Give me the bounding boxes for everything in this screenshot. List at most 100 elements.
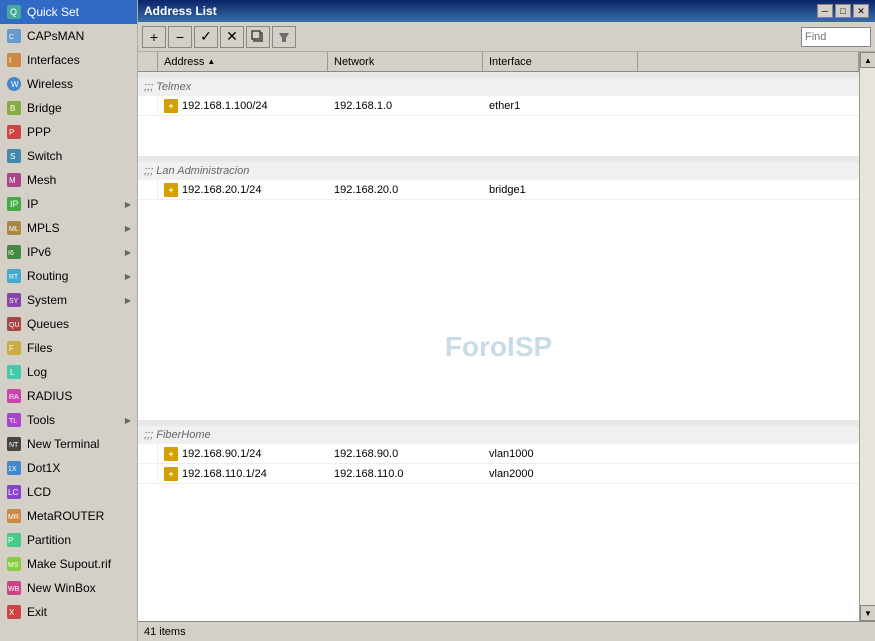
cell-address-2: + 192.168.20.1/24: [158, 182, 328, 198]
wireless-label: Wireless: [27, 77, 131, 91]
routing-arrow: ▶: [125, 272, 131, 281]
exit-icon: X: [6, 604, 22, 620]
th-interface-label: Interface: [489, 56, 532, 68]
addr-plus-icon-3: +: [164, 447, 178, 461]
table-header: Address ▲ Network Interface: [138, 52, 859, 72]
ppp-label: PPP: [27, 125, 131, 139]
svg-text:P: P: [8, 536, 13, 545]
ip-arrow: ▶: [125, 200, 131, 209]
sidebar-item-quickset[interactable]: Q Quick Set: [0, 0, 137, 24]
sidebar-item-tools[interactable]: TL Tools ▶: [0, 408, 137, 432]
svg-text:B: B: [10, 104, 15, 113]
sidebar-item-interfaces[interactable]: I Interfaces: [0, 48, 137, 72]
th-network[interactable]: Network: [328, 52, 483, 71]
svg-text:TL: TL: [9, 418, 17, 425]
sidebar-item-log[interactable]: L Log: [0, 360, 137, 384]
ip-icon: IP: [6, 196, 22, 212]
sidebar-item-partition[interactable]: P Partition: [0, 528, 137, 552]
cell-interface-2: bridge1: [483, 183, 638, 197]
filter-button[interactable]: [272, 26, 296, 48]
table-row[interactable]: + 192.168.110.1/24 192.168.110.0 vlan200…: [138, 464, 859, 484]
maximize-button[interactable]: □: [835, 4, 851, 18]
section-header-telmex: ;;; Telmex: [138, 78, 859, 96]
capsman-label: CAPsMAN: [27, 29, 131, 43]
sidebar-item-mpls[interactable]: ML MPLS ▶: [0, 216, 137, 240]
close-button[interactable]: ✕: [853, 4, 869, 18]
status-bar: 41 items: [138, 621, 875, 641]
ipv6-icon: I6: [6, 244, 22, 260]
dot1x-icon: 1X: [6, 460, 22, 476]
sidebar-item-metarouter[interactable]: MR MetaROUTER: [0, 504, 137, 528]
add-button[interactable]: +: [142, 26, 166, 48]
cell-rest-4: [638, 473, 859, 475]
sidebar-item-newterminal[interactable]: NT New Terminal: [0, 432, 137, 456]
scroll-down-button[interactable]: ▼: [860, 605, 875, 621]
radius-label: RADIUS: [27, 389, 131, 403]
addr-value-4: 192.168.110.1/24: [182, 468, 267, 480]
sidebar-item-ip[interactable]: IP IP ▶: [0, 192, 137, 216]
log-icon: L: [6, 364, 22, 380]
cell-address-4: + 192.168.110.1/24: [158, 466, 328, 482]
svg-text:LC: LC: [8, 488, 18, 497]
svg-text:I6: I6: [8, 250, 14, 257]
system-arrow: ▶: [125, 296, 131, 305]
disable-button[interactable]: ✕: [220, 26, 244, 48]
sidebar-item-capsman[interactable]: C CAPsMAN: [0, 24, 137, 48]
sidebar-item-dot1x[interactable]: 1X Dot1X: [0, 456, 137, 480]
sidebar-item-radius[interactable]: RA RADIUS: [0, 384, 137, 408]
sidebar-item-wireless[interactable]: W Wireless: [0, 72, 137, 96]
switch-icon: S: [6, 148, 22, 164]
svg-text:F: F: [9, 344, 14, 353]
th-address[interactable]: Address ▲: [158, 52, 328, 71]
sidebar-item-exit[interactable]: X Exit: [0, 600, 137, 624]
sidebar-item-switch[interactable]: S Switch: [0, 144, 137, 168]
lcd-icon: LC: [6, 484, 22, 500]
remove-button[interactable]: −: [168, 26, 192, 48]
copy-button[interactable]: [246, 26, 270, 48]
sidebar-item-routing[interactable]: RT Routing ▶: [0, 264, 137, 288]
minimize-button[interactable]: ─: [817, 4, 833, 18]
svg-text:MS: MS: [8, 562, 19, 569]
makesupout-label: Make Supout.rif: [27, 557, 131, 571]
th-address-label: Address: [164, 56, 204, 68]
interfaces-icon: I: [6, 52, 22, 68]
addr-value-3: 192.168.90.1/24: [182, 448, 262, 460]
sidebar-item-bridge[interactable]: B Bridge: [0, 96, 137, 120]
table-inner: Address ▲ Network Interface ForoISP: [138, 52, 859, 621]
section-label-lan: ;;; Lan Administracion: [144, 165, 249, 177]
svg-text:S: S: [10, 152, 15, 161]
routing-label: Routing: [27, 269, 120, 283]
mpls-arrow: ▶: [125, 224, 131, 233]
sidebar-item-files[interactable]: F Files: [0, 336, 137, 360]
th-interface[interactable]: Interface: [483, 52, 638, 71]
svg-text:ML: ML: [9, 226, 19, 233]
mpls-icon: ML: [6, 220, 22, 236]
table-row[interactable]: + 192.168.90.1/24 192.168.90.0 vlan1000: [138, 444, 859, 464]
sidebar-item-newwinbox[interactable]: WB New WinBox: [0, 576, 137, 600]
scroll-up-button[interactable]: ▲: [860, 52, 875, 68]
find-input[interactable]: [801, 27, 871, 47]
queues-icon: QU: [6, 316, 22, 332]
sidebar-item-system[interactable]: SY System ▶: [0, 288, 137, 312]
sidebar-item-ipv6[interactable]: I6 IPv6 ▶: [0, 240, 137, 264]
svg-text:M: M: [9, 176, 16, 185]
sidebar: Q Quick Set C CAPsMAN I Interfaces W Wir…: [0, 0, 138, 641]
sidebar-item-makesupout[interactable]: MS Make Supout.rif: [0, 552, 137, 576]
sidebar-item-queues[interactable]: QU Queues: [0, 312, 137, 336]
queues-label: Queues: [27, 317, 131, 331]
sidebar-item-mesh[interactable]: M Mesh: [0, 168, 137, 192]
window-title: Address List: [144, 4, 217, 18]
partition-label: Partition: [27, 533, 131, 547]
table-row[interactable]: + 192.168.20.1/24 192.168.20.0 bridge1: [138, 180, 859, 200]
metarouter-icon: MR: [6, 508, 22, 524]
table-row[interactable]: + 192.168.1.100/24 192.168.1.0 ether1: [138, 96, 859, 116]
enable-button[interactable]: ✓: [194, 26, 218, 48]
scroll-track[interactable]: [860, 68, 875, 605]
item-count: 41 items: [144, 626, 186, 638]
ipv6-arrow: ▶: [125, 248, 131, 257]
svg-text:I: I: [9, 56, 11, 65]
sidebar-item-lcd[interactable]: LC LCD: [0, 480, 137, 504]
svg-text:NT: NT: [9, 442, 19, 449]
sidebar-item-ppp[interactable]: P PPP: [0, 120, 137, 144]
addr-plus-icon-1: +: [164, 99, 178, 113]
